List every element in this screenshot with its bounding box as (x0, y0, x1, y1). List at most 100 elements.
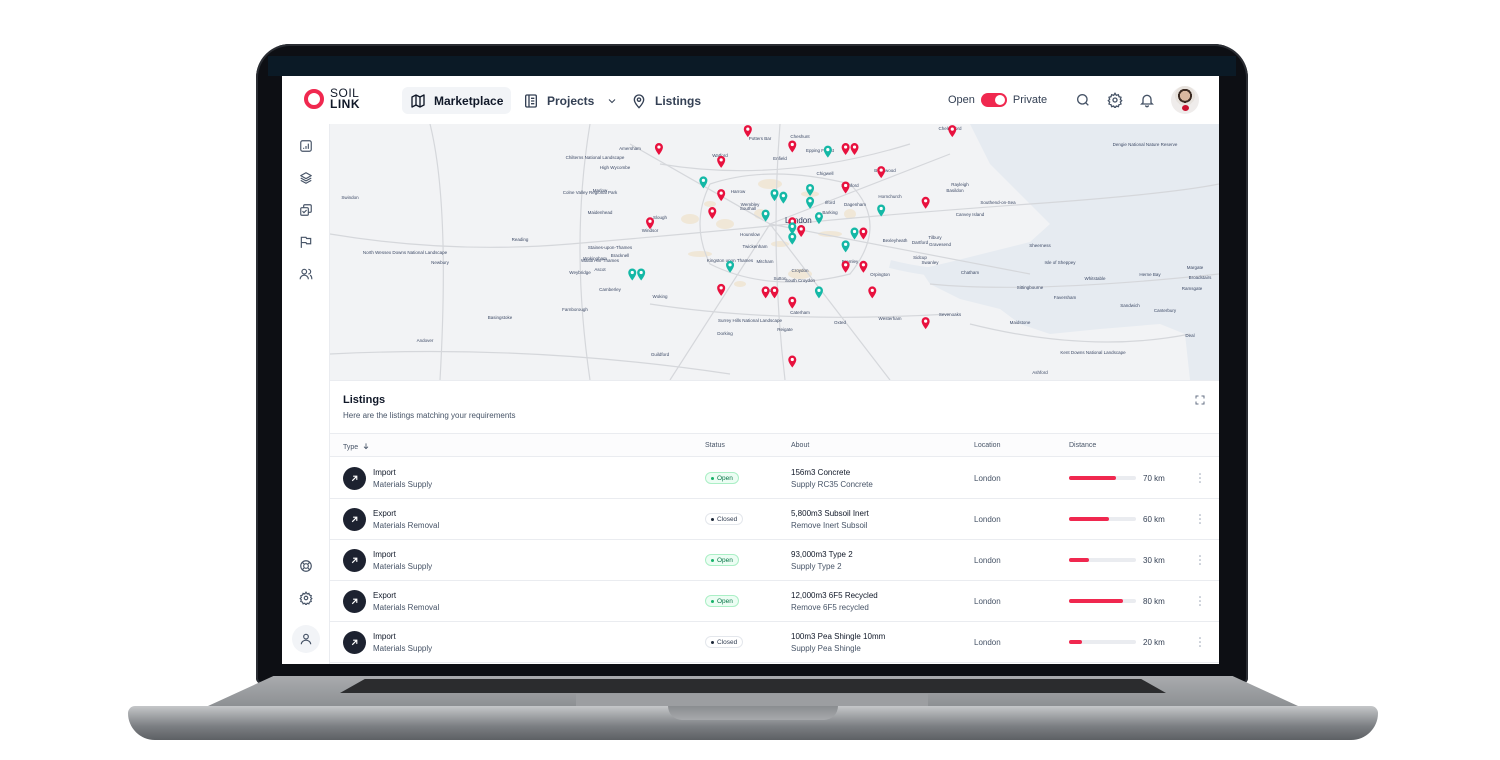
listings-subtitle: Here are the listings matching your requ… (343, 411, 516, 420)
listing-type: Export (373, 509, 397, 518)
status-label: Open (717, 597, 733, 605)
life-buoy-icon (300, 560, 312, 572)
listing-about-detail: Supply RC35 Concrete (791, 480, 873, 489)
map-place-label: Herne Bay (1139, 272, 1161, 277)
map-place-label: Ascot (594, 267, 606, 272)
table-row[interactable]: Import Materials Supply Open 93,000m3 Ty… (330, 540, 1219, 581)
nav-projects-label: Projects (547, 93, 595, 108)
map-place-label: Ramsgate (1182, 286, 1203, 291)
map-place-label: Dengie National Nature Reserve (1113, 142, 1178, 147)
notifications-button[interactable] (1139, 92, 1155, 108)
row-menu-button[interactable] (1198, 472, 1202, 484)
expand-button[interactable] (1194, 393, 1206, 405)
map-place-label: Swanley (921, 260, 939, 265)
user-icon (300, 633, 312, 645)
sidebar-item-milestones[interactable] (299, 235, 313, 249)
table-row[interactable]: Import Materials Supply Closed 100m3 Pea… (330, 622, 1219, 663)
map-place-label: Orpington (870, 272, 890, 277)
arrow-up-right-icon (343, 549, 366, 572)
distance-bar (1069, 599, 1136, 603)
nav-listings[interactable]: Listings (623, 87, 709, 114)
map-place-label: Hounslow (740, 232, 761, 237)
chevron-down-icon (609, 98, 616, 103)
row-menu-button[interactable] (1198, 636, 1202, 648)
row-menu-button[interactable] (1198, 513, 1202, 525)
arrow-up-right-icon (343, 631, 366, 654)
marketplace-map[interactable]: Watford Potters Bar Cheshunt Epping Forest E… (330, 124, 1219, 380)
listing-distance: 70 km (1143, 474, 1165, 483)
map-icon (411, 93, 425, 108)
column-about[interactable]: About (791, 442, 809, 449)
search-button[interactable] (1075, 92, 1091, 108)
map-place-label: Canvey Island (956, 212, 985, 217)
column-type[interactable]: Type (343, 442, 370, 451)
map-place-label: Marlow (593, 188, 608, 193)
flag-icon (300, 236, 312, 248)
column-status[interactable]: Status (705, 442, 725, 449)
map-place-label: Sevenoaks (939, 312, 962, 317)
logo-text-line2: LINK (330, 97, 360, 111)
sidebar-item-users[interactable] (299, 267, 313, 281)
arrow-down-icon (363, 443, 369, 450)
map-place-label: Swindon (341, 195, 359, 200)
map-place-label: Enfield (773, 156, 787, 161)
column-location[interactable]: Location (974, 442, 1000, 449)
table-row[interactable]: Export Materials Removal Closed 5,800m3 … (330, 499, 1219, 540)
sidebar-item-tasks[interactable] (299, 203, 313, 217)
settings-button[interactable] (1107, 92, 1123, 110)
table-row[interactable]: Import Materials Supply Open 156m3 Concr… (330, 458, 1219, 499)
column-distance[interactable]: Distance (1069, 442, 1096, 449)
listing-about: 5,800m3 Subsoil Inert (791, 509, 869, 518)
location-pin-icon (633, 93, 645, 109)
sidebar-item-settings[interactable] (299, 591, 313, 607)
map-urban-area (704, 201, 716, 207)
map-place-label: Barking (822, 210, 838, 215)
listing-about-detail: Supply Type 2 (791, 562, 842, 571)
table-header: Type Status About Location Distance (330, 433, 1219, 457)
map-place-label: South Croydon (785, 278, 816, 283)
open-private-toggle[interactable] (980, 93, 1007, 107)
map-place-label: Dartford (912, 240, 929, 245)
sidebar-item-reports[interactable] (299, 139, 313, 153)
listing-about-detail: Remove Inert Subsoil (791, 521, 868, 530)
row-menu-button[interactable] (1198, 554, 1202, 566)
map-place-label: Tilbury (928, 235, 942, 240)
map-canvas[interactable]: WatfordPotters Bar CheshuntEpping ForestE… (330, 124, 1219, 380)
map-urban-area (758, 179, 782, 189)
map-place-label: Isle of Sheppey (1044, 260, 1076, 265)
listing-type: Export (373, 591, 397, 600)
status-badge: Closed (705, 636, 744, 648)
distance-bar-fill (1069, 558, 1090, 562)
map-place-label: Sheerness (1029, 243, 1051, 248)
nav-marketplace[interactable]: Marketplace (402, 87, 512, 114)
toggle-open-label: Open (948, 94, 975, 106)
search-icon (1077, 94, 1089, 106)
status-badge: Open (705, 472, 739, 484)
map-place-label: Bracknell (611, 253, 630, 258)
laptop-base (128, 676, 1378, 740)
toggle-private-label: Private (1012, 94, 1048, 106)
nav-projects[interactable]: Projects (515, 87, 626, 114)
sidebar-item-layers[interactable] (299, 171, 313, 185)
map-place-label: Chilterns National Landscape (566, 155, 625, 160)
sidebar-item-profile[interactable] (292, 625, 320, 653)
distance-bar-fill (1069, 517, 1110, 521)
book-icon (525, 93, 537, 108)
status-label: Closed (717, 515, 738, 523)
user-avatar[interactable] (1171, 86, 1199, 114)
listing-type: Import (373, 468, 396, 477)
listing-distance: 20 km (1143, 638, 1165, 647)
soil-link-logo[interactable]: SOIL LINK (304, 87, 360, 111)
map-place-label: Basildon (946, 188, 964, 193)
screen-bezel (268, 56, 1236, 76)
map-place-label: Weybridge (569, 270, 591, 275)
table-row[interactable]: Export Materials Removal Open 12,000m3 6… (330, 581, 1219, 622)
sidebar-item-support[interactable] (299, 559, 313, 573)
map-place-label: Deal (1185, 333, 1194, 338)
map-place-label: Guildford (651, 352, 670, 357)
row-menu-button[interactable] (1198, 595, 1202, 607)
map-place-label: Amersham (619, 146, 641, 151)
map-place-label: Kent Downs National Landscape (1060, 350, 1126, 355)
listing-location: London (974, 638, 1001, 647)
map-urban-area (716, 219, 734, 229)
